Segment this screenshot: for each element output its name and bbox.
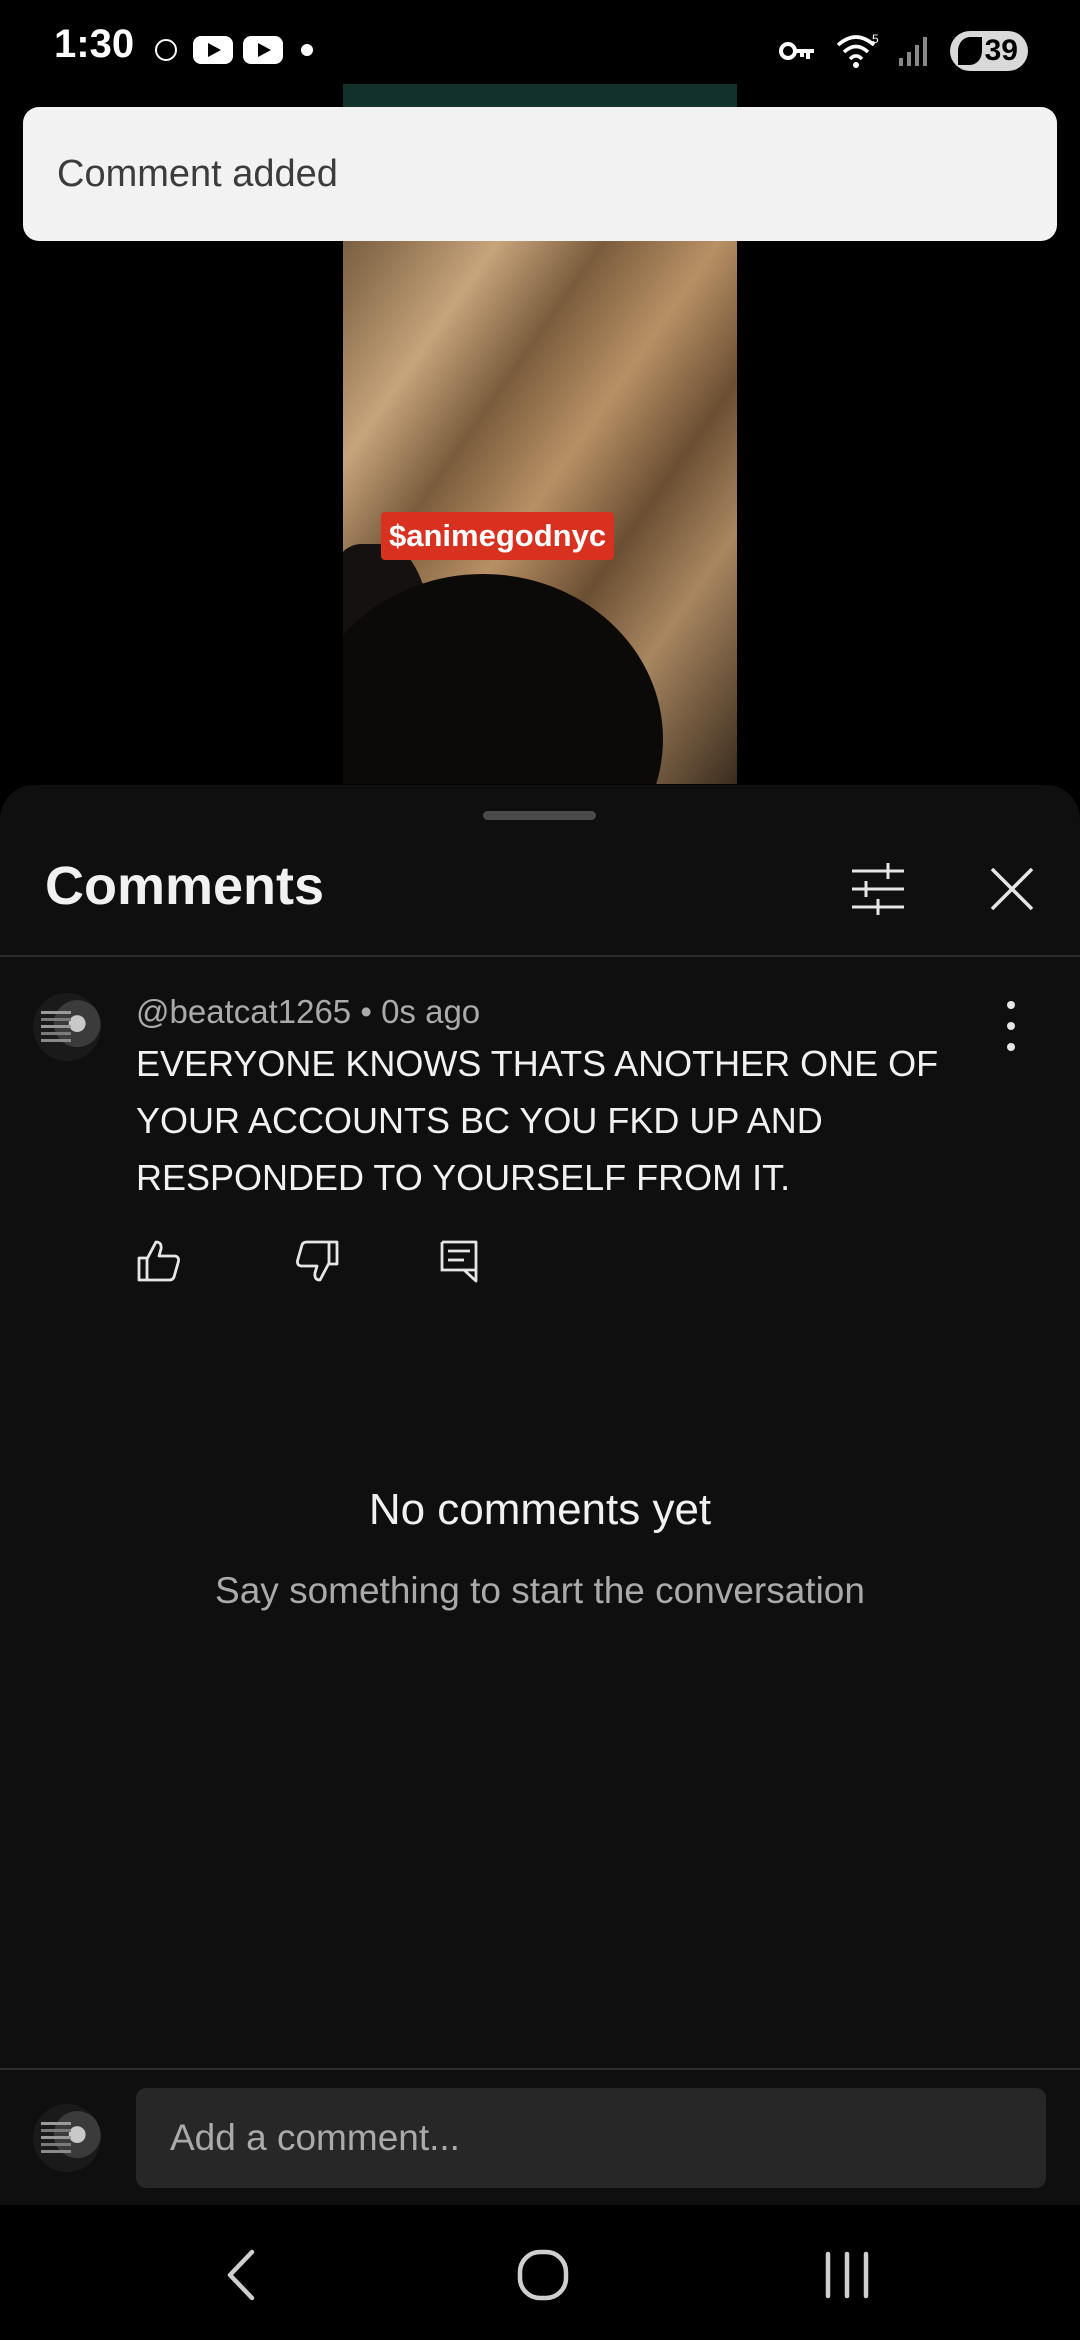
recents-icon[interactable] (812, 2240, 882, 2310)
more-notifications-dot (301, 44, 313, 56)
filter-icon[interactable] (848, 861, 908, 917)
comment-input-bar (0, 2068, 1080, 2207)
signal-icon (899, 37, 927, 66)
status-time: 1:30 (54, 22, 135, 66)
toast-message: Comment added (57, 152, 338, 195)
toast-notification: Comment added (23, 107, 1057, 241)
dislike-icon[interactable] (294, 1238, 340, 1284)
power-saving-icon (958, 37, 982, 65)
comment-author[interactable]: @beatcat1265 (136, 993, 351, 1030)
empty-state-subtitle: Say something to start the conversation (215, 1570, 865, 1611)
comment-text: EVERYONE KNOWS THATS ANOTHER ONE OF YOUR… (136, 1043, 939, 1198)
youtube-notification-icon (243, 36, 283, 64)
empty-state-title: No comments yet (368, 1485, 712, 1534)
comment-meta: @beatcat1265 • 0s ago (136, 993, 480, 1031)
avatar (33, 2104, 101, 2172)
youtube-notification-icon (193, 36, 233, 64)
meta-separator: • (360, 993, 372, 1030)
wifi-icon: 5 (836, 33, 879, 68)
notification-icons (155, 30, 313, 70)
system-icons: 5 39 (778, 28, 1028, 74)
comments-panel: Comments @beatcat1265 • 0s ago EVERYONE … (0, 785, 1080, 2205)
comment-input[interactable] (136, 2088, 1046, 2188)
avatar[interactable] (33, 993, 101, 1061)
close-icon[interactable] (986, 863, 1038, 915)
more-icon[interactable] (996, 1001, 1026, 1051)
home-icon[interactable] (508, 2240, 578, 2310)
reply-icon[interactable] (436, 1238, 482, 1284)
comment-time: 0s ago (381, 993, 481, 1030)
video-frame-shadow (343, 574, 663, 784)
like-icon[interactable] (136, 1238, 182, 1284)
video-overlay-tag: $animegodnyc (381, 512, 615, 560)
battery-level: 39 (984, 34, 1018, 67)
battery-indicator: 39 (950, 31, 1028, 71)
back-icon[interactable] (206, 2240, 276, 2310)
header-divider (0, 955, 1080, 957)
svg-text:5: 5 (872, 33, 879, 46)
privacy-icon (155, 39, 177, 61)
drag-handle[interactable] (483, 811, 596, 820)
panel-title: Comments (45, 856, 325, 916)
navigation-bar (0, 2205, 1080, 2340)
key-icon (779, 42, 814, 60)
